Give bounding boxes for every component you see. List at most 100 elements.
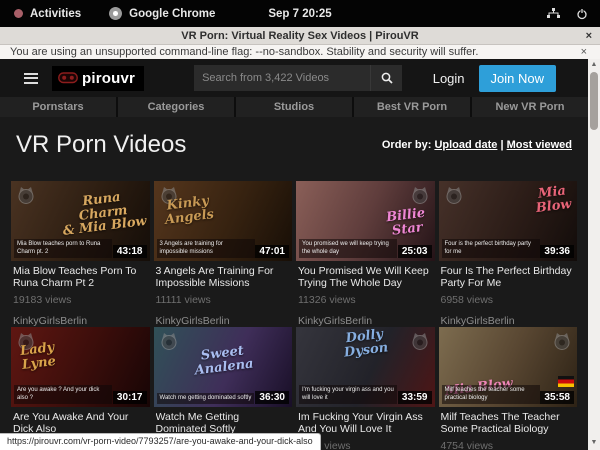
video-views: 19183 views xyxy=(13,294,148,306)
video-title[interactable]: Four Is The Perfect Birthday Party For M… xyxy=(441,265,576,290)
thumb-caption: Milf teaches the teacher some practical … xyxy=(442,385,540,404)
video-thumbnail[interactable]: Dolly Dyson I'm fucking your virgin ass … xyxy=(296,327,435,407)
join-now-button[interactable]: Join Now xyxy=(479,65,556,92)
logo-text: pirouvr xyxy=(82,70,135,87)
warning-close-icon[interactable]: × xyxy=(581,46,587,58)
clock[interactable]: Sep 7 20:25 xyxy=(268,8,331,20)
overlay-title: Lady Lyne xyxy=(19,341,56,372)
studio-watermark-cat-mask-icon xyxy=(410,185,430,205)
browser-viewport: pirouvr Login Join Now Pornstars Categor… xyxy=(0,59,600,450)
power-icon[interactable] xyxy=(576,8,588,20)
video-card: Runa Charm & Mia Blow Mia Blow teaches p… xyxy=(11,181,150,327)
flag-warning-bar: You are using an unsupported command-lin… xyxy=(0,45,600,59)
order-by: Order by: Upload date | Most viewed xyxy=(382,139,572,151)
video-views: 4754 views xyxy=(441,440,576,450)
overlay-title: Mia Blow xyxy=(534,184,573,215)
video-title[interactable]: Milf Teaches The Teacher Some Practical … xyxy=(441,411,576,436)
nav-item[interactable]: Best VR Porn xyxy=(354,97,470,117)
video-card: Mia Blow Milf teaches the teacher some p… xyxy=(439,327,578,450)
video-title[interactable]: You Promised We Will Keep Trying The Who… xyxy=(298,265,433,290)
video-thumbnail[interactable]: Lady Lyne Are you awake ? And your dick … xyxy=(11,327,150,407)
thumb-caption: Mia Blow teaches porn to Runa Charm pt. … xyxy=(14,239,112,258)
video-thumbnail[interactable]: Mia Blow Milf teaches the teacher some p… xyxy=(439,327,578,407)
video-thumbnail[interactable]: Kinky Angels 3 Angels are training for i… xyxy=(154,181,293,261)
video-views: 6958 views xyxy=(441,294,576,306)
warning-text: You are using an unsupported command-lin… xyxy=(10,46,478,58)
video-studio[interactable]: KinkyGirlsBerlin xyxy=(298,315,433,327)
video-studio[interactable]: KinkyGirlsBerlin xyxy=(13,315,148,327)
thumb-caption: You promised we will keep trying the who… xyxy=(299,239,397,258)
activities-button[interactable]: Activities xyxy=(30,8,81,20)
search-bar xyxy=(194,65,402,91)
duration-badge: 30:17 xyxy=(113,391,147,404)
window-title-bar: VR Porn: Virtual Reality Sex Videos | Pi… xyxy=(0,27,600,45)
window-close-icon[interactable]: × xyxy=(586,30,592,42)
video-card: Mia Blow Four is the perfect birthday pa… xyxy=(439,181,578,327)
video-title[interactable]: 3 Angels Are Training For Impossible Mis… xyxy=(156,265,291,290)
site-logo[interactable]: pirouvr xyxy=(52,66,144,91)
status-bar: https://pirouvr.com/vr-porn-video/779325… xyxy=(0,433,321,450)
overlay-title: Dolly Dyson xyxy=(296,327,435,366)
app-menu-label[interactable]: Google Chrome xyxy=(129,8,215,20)
video-studio[interactable]: KinkyGirlsBerlin xyxy=(156,315,291,327)
nav-item[interactable]: Pornstars xyxy=(0,97,116,117)
main-nav: Pornstars Categories Studios Best VR Por… xyxy=(0,97,588,117)
video-title[interactable]: Mia Blow Teaches Porn To Runa Charm Pt 2 xyxy=(13,265,148,290)
video-thumbnail[interactable]: Sweet Analena Watch me getting dominated… xyxy=(154,327,293,407)
thumb-caption: Watch me getting dominated softly xyxy=(157,393,255,404)
studio-watermark-cat-mask-icon xyxy=(16,185,36,205)
heading-row: VR Porn Videos Order by: Upload date | M… xyxy=(16,131,572,159)
search-icon xyxy=(380,71,394,85)
german-flag-icon xyxy=(558,376,574,387)
duration-badge: 36:30 xyxy=(255,391,289,404)
duration-badge: 39:36 xyxy=(540,245,574,258)
video-thumbnail[interactable]: Billie Star You promised we will keep tr… xyxy=(296,181,435,261)
order-by-label: Order by: xyxy=(382,139,432,151)
site-header: pirouvr Login Join Now xyxy=(0,59,588,97)
duration-badge: 43:18 xyxy=(113,245,147,258)
studio-watermark-cat-mask-icon xyxy=(444,185,464,205)
activities-indicator-icon xyxy=(14,9,23,18)
video-studio[interactable]: KinkyGirlsBerlin xyxy=(441,315,576,327)
menu-hamburger-icon[interactable] xyxy=(24,73,38,84)
video-card: Kinky Angels 3 Angels are training for i… xyxy=(154,181,293,327)
scrollbar-up-icon[interactable]: ▲ xyxy=(588,59,600,71)
thumb-caption: I'm fucking your virgin ass and you will… xyxy=(299,385,397,404)
search-input[interactable] xyxy=(194,65,370,91)
page-title: VR Porn Videos xyxy=(16,131,186,159)
network-icon[interactable] xyxy=(547,8,560,19)
login-link[interactable]: Login xyxy=(433,71,465,86)
thumb-caption: 3 Angels are training for impossible mis… xyxy=(157,239,255,258)
thumb-caption: Four is the perfect birthday party for m… xyxy=(442,239,540,258)
order-separator: | xyxy=(497,139,506,151)
order-link-most-viewed[interactable]: Most viewed xyxy=(507,139,572,151)
video-grid: Runa Charm & Mia Blow Mia Blow teaches p… xyxy=(0,181,588,450)
duration-badge: 47:01 xyxy=(255,245,289,258)
video-thumbnail[interactable]: Mia Blow Four is the perfect birthday pa… xyxy=(439,181,578,261)
video-views: 11111 views xyxy=(156,294,291,306)
vr-goggles-icon xyxy=(58,72,78,84)
chrome-icon xyxy=(109,7,122,20)
order-link-upload-date[interactable]: Upload date xyxy=(434,139,497,151)
video-card: Billie Star You promised we will keep tr… xyxy=(296,181,435,327)
search-button[interactable] xyxy=(370,65,402,91)
duration-badge: 35:58 xyxy=(540,391,574,404)
nav-item[interactable]: Categories xyxy=(118,97,234,117)
status-url: https://pirouvr.com/vr-porn-video/779325… xyxy=(7,436,313,446)
system-top-bar: Activities Google Chrome Sep 7 20:25 xyxy=(0,0,600,27)
scrollbar-thumb[interactable] xyxy=(590,72,598,130)
studio-watermark-cat-mask-icon xyxy=(159,331,179,351)
studio-watermark-cat-mask-icon xyxy=(552,331,572,351)
overlay-title: Kinky Angels xyxy=(162,194,214,227)
video-card: Dolly Dyson I'm fucking your virgin ass … xyxy=(296,327,435,450)
video-thumbnail[interactable]: Runa Charm & Mia Blow Mia Blow teaches p… xyxy=(11,181,150,261)
overlay-title: Runa Charm & Mia Blow xyxy=(59,188,148,239)
overlay-title: Billie Star xyxy=(386,207,428,239)
nav-item[interactable]: Studios xyxy=(236,97,352,117)
video-card: Sweet Analena Watch me getting dominated… xyxy=(154,327,293,450)
window-title: VR Porn: Virtual Reality Sex Videos | Pi… xyxy=(181,30,418,42)
scrollbar-down-icon[interactable]: ▼ xyxy=(588,437,600,449)
video-views: 11326 views xyxy=(298,294,433,306)
nav-item[interactable]: New VR Porn xyxy=(472,97,588,117)
scrollbar[interactable]: ▲ ▼ xyxy=(588,59,600,450)
